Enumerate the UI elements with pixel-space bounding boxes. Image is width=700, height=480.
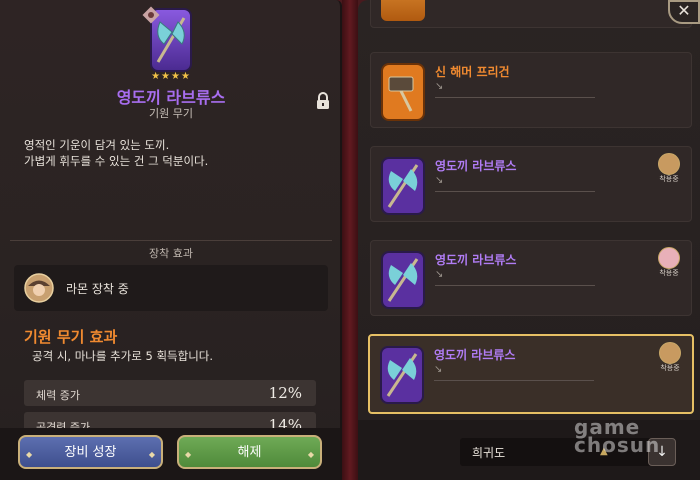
item-sub: ↘ (435, 269, 444, 280)
equipped-badge: 착용중 (655, 247, 683, 277)
divider (435, 97, 595, 98)
origin-effect-desc: 공격 시, 마나를 추가로 5 획득합니다. (32, 349, 214, 363)
equipped-badge: 착용중 (655, 153, 683, 183)
item-sub: ↘ (434, 364, 443, 375)
list-item[interactable]: 영도끼 라브류스 ↘ 착용중 (370, 146, 692, 222)
equipped-badge: 착용중 (656, 342, 684, 372)
watermark: game chosun (574, 417, 661, 457)
sort-label: 희귀도 (472, 446, 506, 460)
stat-value: 12% (268, 384, 302, 402)
hero-avatar-icon (659, 342, 681, 364)
lock-icon[interactable] (315, 92, 331, 110)
badge-text: 착용중 (659, 269, 679, 277)
close-button[interactable]: ✕ (668, 0, 700, 24)
release-button[interactable]: ◆ 해제 ◆ (177, 435, 322, 469)
axe-icon (381, 251, 425, 309)
badge-text: 착용중 (659, 175, 679, 183)
list-item[interactable]: 영도끼 라브류스 ↘ 착용중 (370, 240, 692, 316)
item-name: 신 해머 프리건 (435, 65, 510, 79)
divider (434, 380, 594, 381)
item-name: 영도끼 라브류스 (435, 159, 517, 173)
release-button-label: 해제 (237, 445, 262, 460)
weapon-type: 기원 무기 (149, 107, 193, 120)
rarity-stars: ★★★★ (151, 71, 191, 82)
emblem-icon (142, 6, 160, 24)
item-sub: ↘ (435, 81, 444, 92)
hammer-icon (381, 63, 425, 121)
item-name: 영도끼 라브류스 (434, 348, 516, 362)
background-divider (342, 0, 358, 480)
list-item[interactable] (370, 0, 692, 28)
weapon-detail-panel: ★★★★ 영도끼 라브류스 기원 무기 영적인 기운이 담겨 있는 도끼. 가볍… (0, 0, 342, 480)
hero-avatar-icon (658, 247, 680, 269)
axe-icon (380, 346, 424, 404)
origin-effect-title: 기원 무기 효과 (24, 328, 118, 346)
weapon-description: 영적인 기운이 담겨 있는 도끼. 가볍게 휘두를 수 있는 건 그 덕분이다. (24, 137, 324, 169)
description-line: 가볍게 휘두를 수 있는 건 그 덕분이다. (24, 154, 209, 168)
divider (10, 240, 332, 241)
badge-text: 착용중 (660, 364, 680, 372)
button-ornament-icon: ◆ (307, 450, 314, 459)
growth-button[interactable]: ◆ 장비 성장 ◆ (18, 435, 163, 469)
growth-button-label: 장비 성장 (64, 445, 117, 460)
hero-avatar-icon (658, 153, 680, 175)
watermark-line: chosun (574, 433, 661, 457)
hero-avatar-icon (24, 273, 54, 303)
button-ornament-icon: ◆ (148, 450, 155, 459)
equipped-hero-row[interactable]: 라몬 장착 중 (14, 265, 328, 311)
button-ornament-icon: ◆ (26, 450, 33, 459)
weapon-icon (381, 0, 425, 21)
stat-row: 체력 증가 12% (24, 380, 316, 406)
item-sub: ↘ (435, 175, 444, 186)
equip-effect-label: 장착 효과 (149, 247, 193, 260)
divider (435, 285, 595, 286)
button-ornament-icon: ◆ (185, 450, 192, 459)
equipped-text: 라몬 장착 중 (66, 282, 129, 296)
axe-icon (381, 157, 425, 215)
item-name: 영도끼 라브류스 (435, 253, 517, 267)
description-line: 영적인 기운이 담겨 있는 도끼. (24, 138, 170, 152)
list-item[interactable]: 신 해머 프리건 ↘ (370, 52, 692, 128)
divider (435, 191, 595, 192)
list-item-selected[interactable]: 영도끼 라브류스 ↘ 착용중 (368, 334, 694, 414)
weapon-list-panel[interactable]: 신 해머 프리건 ↘ 영도끼 라브류스 ↘ 착용중 영도끼 라브류스 ↘ 착용중… (358, 0, 700, 480)
stat-name: 체력 증가 (36, 389, 80, 402)
